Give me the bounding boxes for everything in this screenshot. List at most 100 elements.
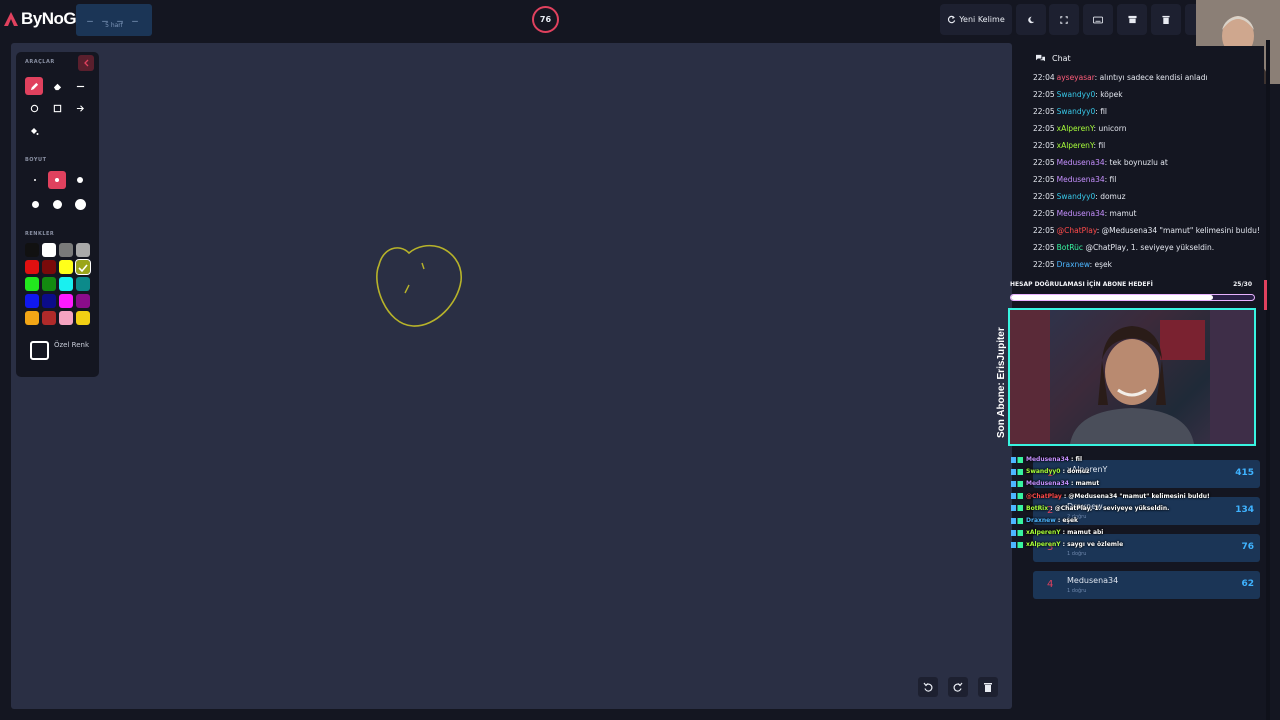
tools-panel: ARAÇLAR BOYUT RENKLER Özel Renk [16,52,99,377]
size-2-button[interactable] [48,171,66,189]
color-swatch[interactable] [59,311,73,325]
size-6-button[interactable] [71,195,89,213]
keyboard-button[interactable] [1083,4,1113,35]
delete-button[interactable] [1151,4,1181,35]
color-swatch[interactable] [25,294,39,308]
scroll-thumb[interactable] [1264,280,1267,310]
archive-button[interactable] [1117,4,1147,35]
chat-username[interactable]: xAlperenY [1057,141,1094,150]
overlay-chat-username: Medusena34 [1026,456,1069,463]
chat-text: : tek boynuzlu at [1104,158,1168,167]
color-swatch[interactable] [76,311,90,325]
color-swatch[interactable] [75,259,91,275]
color-swatch[interactable] [25,311,39,325]
color-swatch[interactable] [25,277,39,291]
chat-time: 22:05 [1033,175,1055,184]
chat-username[interactable]: BotRüc [1057,243,1083,252]
pencil-icon [30,82,38,90]
badge-icon [1011,505,1023,512]
color-swatch[interactable] [25,243,39,257]
overlay-chat-text: : @Medusena34 "mamut" kelimesini buldu! [1061,492,1210,500]
chat-username[interactable]: Swandyy0 [1057,90,1096,99]
badge-icon [1011,456,1023,463]
color-swatch[interactable] [42,260,56,274]
color-swatch[interactable] [59,243,73,257]
color-swatch[interactable] [42,277,56,291]
collapse-panel-button[interactable] [78,55,94,71]
color-swatch[interactable] [76,294,90,308]
leaderboard-correct-count: 1 doğru [1067,551,1087,557]
chat-header: Chat [1035,52,1071,64]
chat-username[interactable]: Medusena34 [1057,158,1105,167]
color-swatch[interactable] [76,243,90,257]
chat-text: : @Medusena34 "mamut" kelimesini buldu! [1096,226,1260,235]
chat-username[interactable]: ayseyasar [1057,73,1095,82]
chat-username[interactable]: Swandyy0 [1057,192,1096,201]
color-swatch[interactable] [59,294,73,308]
leaderboard-name: Medusena34 [1067,576,1119,585]
leaderboard-rank: 4 [1047,579,1054,590]
chat-message: 22:05 Medusena34: tek boynuzlu at [1033,158,1168,168]
sub-goal-count: 25/30 [1233,281,1252,288]
chat-message: 22:05 Medusena34: fil [1033,175,1116,185]
drawing-canvas[interactable] [11,43,1012,709]
fullscreen-button[interactable] [1049,4,1079,35]
overlay-chat-text: : mamut abi [1060,529,1104,537]
color-swatch[interactable] [59,277,73,291]
chat-time: 22:05 [1033,90,1055,99]
eraser-tool[interactable] [48,77,66,95]
line-tool[interactable] [71,77,89,95]
chat-username[interactable]: Medusena34 [1057,175,1105,184]
color-swatch[interactable] [42,311,56,325]
chat-time: 22:05 [1033,260,1055,269]
scrollbar[interactable] [1266,40,1270,720]
size-4-button[interactable] [26,195,44,213]
chat-text: : unicorn [1093,124,1127,133]
chat-text: : mamut [1104,209,1137,218]
overlay-chat-message: Medusena34 : fil [1011,456,1082,464]
chat-message: 22:05 Swandyy0: fil [1033,107,1107,117]
rectangle-tool[interactable] [48,99,66,117]
chat-text: : domuz [1095,192,1126,201]
chat-username[interactable]: Draxnew [1057,260,1090,269]
color-swatch[interactable] [76,277,90,291]
arrow-tool[interactable] [71,99,89,117]
chat-text: : fil [1093,141,1106,150]
overlay-chat-username: BotRix [1026,504,1049,512]
circle-tool[interactable] [25,99,43,117]
chat-username[interactable]: @ChatPlay [1057,226,1097,235]
theme-toggle-button[interactable] [1016,4,1046,35]
undo-icon [923,682,933,692]
size-1-button[interactable] [26,171,44,189]
redo-button[interactable] [948,677,968,697]
new-word-button[interactable]: Yeni Kelime [940,4,1012,35]
chat-time: 22:05 [1033,124,1055,133]
clear-canvas-button[interactable] [978,677,998,697]
new-word-label: Yeni Kelime [959,15,1005,24]
chat-message: 22:05 xAlperenY: fil [1033,141,1105,151]
color-swatch[interactable] [42,294,56,308]
fill-tool[interactable] [25,122,43,140]
trash-icon [984,683,992,692]
chat-username[interactable]: Swandyy0 [1057,107,1096,116]
overlay-chat-username: xAlperenY [1026,541,1061,549]
undo-button[interactable] [918,677,938,697]
color-swatch[interactable] [42,243,56,257]
pencil-tool[interactable] [25,77,43,95]
chat-time: 22:04 [1033,73,1055,82]
size-3-button[interactable] [71,171,89,189]
leaderboard-score: 134 [1235,505,1254,515]
chat-text: : alıntıyı sadece kendisi anladı [1094,73,1208,82]
chat-message: 22:05 Swandyy0: köpek [1033,90,1123,100]
chat-message: 22:05 xAlperenY: unicorn [1033,124,1126,134]
custom-color-button[interactable] [30,341,49,360]
chat-username[interactable]: Medusena34 [1057,209,1105,218]
size-5-button[interactable] [48,195,66,213]
chat-username[interactable]: xAlperenY [1057,124,1094,133]
color-swatch[interactable] [25,260,39,274]
chevron-left-icon [84,59,89,67]
chat-panel: Chat 22:04 ayseyasar: alıntıyı sadece ken… [1026,46,1264,276]
streamer-webcam [1008,308,1256,446]
color-swatch[interactable] [59,260,73,274]
expand-icon [1060,15,1068,24]
